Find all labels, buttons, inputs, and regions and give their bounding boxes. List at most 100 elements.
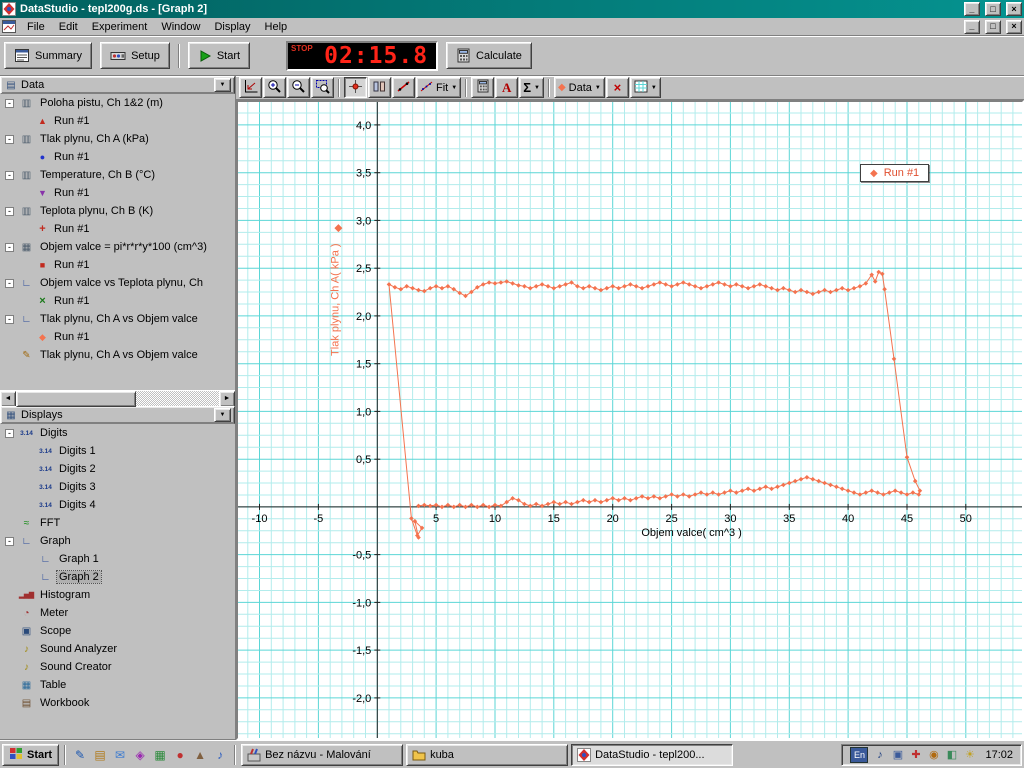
display-tree-item[interactable]: 3.14 Digits 2 [0,460,235,478]
display-tree-item[interactable]: ♪ Sound Analyzer [0,640,235,658]
scheduler-icon[interactable]: ◉ [926,747,941,762]
collapse-icon[interactable]: - [5,314,14,324]
display-tree-item[interactable]: ∟ Graph 2 [0,568,235,586]
collapse-icon[interactable]: - [5,536,14,546]
collapse-icon[interactable]: - [5,206,14,216]
network-icon[interactable]: ◧ [944,747,959,762]
fit-menu-button[interactable]: Fit ▼ [416,77,462,98]
remove-button[interactable]: × [605,77,629,98]
graph-window-icon [2,20,16,33]
data-tree-item[interactable]: - ∟ Objem valce vs Teplota plynu, Ch [0,274,235,292]
scrollbar-thumb[interactable] [16,391,136,407]
data-menu-button[interactable]: ◆ Data ▼ [553,77,605,98]
collapse-icon[interactable]: - [5,242,14,252]
displays-panel-menu-button[interactable]: ▼ [214,408,231,422]
start-button[interactable]: Start [2,743,60,766]
child-restore-button[interactable]: □ [984,19,1001,34]
svg-text:40: 40 [842,513,854,525]
display-tree-item[interactable]: -3.14 Digits [0,424,235,442]
data-tree-item[interactable]: - ▦ Objem valce = pi*r*r*y*100 (cm^3) [0,238,235,256]
task-button[interactable]: DataStudio - tepl200... [571,743,734,766]
minimize-button[interactable]: _ [963,2,980,16]
task-button[interactable]: kuba [406,743,569,766]
display-tree-item[interactable]: ≈ FFT [0,514,235,532]
task-button[interactable]: Bez názvu - Malování [241,743,404,766]
quicklaunch-icon-5[interactable]: ▦ [151,746,169,764]
display-tree-item[interactable]: 3.14 Digits 3 [0,478,235,496]
quicklaunch-icon-3[interactable]: ✉ [111,746,129,764]
legend[interactable]: ◆ Run #1 [860,164,930,182]
run-item[interactable]: × Run #1 [0,292,235,310]
data-tree-item[interactable]: ✎ Tlak plynu, Ch A vs Objem valce [0,346,235,364]
run-item[interactable]: ● Run #1 [0,148,235,166]
calculate-button[interactable]: Calculate [446,42,532,69]
graph-settings-menu-button[interactable]: ▼ [629,77,661,98]
slope-tool-button[interactable] [368,77,391,98]
maximize-button[interactable]: □ [984,2,1001,16]
data-tree-item[interactable]: - ▥ Teplota plynu, Ch B (K) [0,202,235,220]
display-tree-item[interactable]: ♪ Sound Creator [0,658,235,676]
quick-launch: ✎ ▤ ✉ ◈ ▦ ● ▲ ♪ [71,746,229,764]
quicklaunch-icon-1[interactable]: ✎ [71,746,89,764]
menu-display[interactable]: Display [207,20,257,34]
quicklaunch-icon-2[interactable]: ▤ [91,746,109,764]
display-tree-item[interactable]: 3.14 Digits 4 [0,496,235,514]
display-tree-item[interactable]: - ∟ Graph [0,532,235,550]
quicklaunch-icon-7[interactable]: ▲ [191,746,209,764]
zoom-out-button[interactable] [287,77,310,98]
collapse-icon[interactable]: - [5,98,14,108]
menu-experiment[interactable]: Experiment [85,20,155,34]
menu-window[interactable]: Window [154,20,207,34]
language-indicator[interactable]: En [850,746,869,763]
scale-to-fit-button[interactable] [239,77,262,98]
display-tree-item[interactable]: ▦ Table [0,676,235,694]
collapse-icon[interactable]: - [5,278,14,288]
run-item[interactable]: ▼ Run #1 [0,184,235,202]
zoom-in-button[interactable] [263,77,286,98]
run-item[interactable]: ▲ Run #1 [0,112,235,130]
run-item[interactable]: ■ Run #1 [0,256,235,274]
quicklaunch-icon-4[interactable]: ◈ [131,746,149,764]
menu-edit[interactable]: Edit [52,20,85,34]
start-recording-button[interactable]: Start [187,42,251,69]
collapse-icon[interactable]: - [5,428,14,438]
display-tree-item[interactable]: ◔ Meter [0,604,235,622]
updater-icon[interactable]: ☀ [962,747,977,762]
display-tree-item[interactable]: ▤ Workbook [0,694,235,712]
display-tree-item[interactable]: ▂▅▇ Histogram [0,586,235,604]
data-panel-menu-button[interactable]: ▼ [214,78,231,92]
quicklaunch-icon-6[interactable]: ● [171,746,189,764]
text-tool-button[interactable]: A [495,77,519,98]
child-close-button[interactable]: × [1006,19,1022,34]
data-tree-item[interactable]: - ▥ Temperature, Ch B (°C) [0,166,235,184]
graph-plot-area[interactable]: -10 -5 5 10 15 20 25 30 35 40 45 50 4,0 3,5 3,0 2,5 2,0 1… [236,100,1024,740]
close-button[interactable]: × [1006,2,1022,16]
summary-button[interactable]: Summary [4,42,93,69]
menu-help[interactable]: Help [258,20,295,34]
zoom-select-button[interactable] [311,77,334,98]
data-tree-item[interactable]: - ▥ Tlak plynu, Ch A (kPa) [0,130,235,148]
smart-tool-button[interactable] [344,77,367,98]
setup-button[interactable]: Setup [100,42,170,69]
antivirus-icon[interactable]: ✚ [908,747,923,762]
data-tree-item[interactable]: - ∟ Tlak plynu, Ch A vs Objem valce [0,310,235,328]
display-tree-item[interactable]: ∟ Graph 1 [0,550,235,568]
collapse-icon[interactable]: - [5,134,14,144]
menu-file[interactable]: File [20,20,52,34]
data-tree-item[interactable]: - ▥ Poloha pistu, Ch 1&2 (m) [0,94,235,112]
display-tree-item[interactable]: 3.14 Digits 1 [0,442,235,460]
tangent-tool-button[interactable] [392,77,415,98]
run-item[interactable]: ◆ Run #1 [0,328,235,346]
run-item[interactable]: + Run #1 [0,220,235,238]
volume-icon[interactable]: ♪ [872,747,887,762]
collapse-icon[interactable]: - [5,170,14,180]
child-minimize-button[interactable]: _ [963,19,980,34]
graph-calculate-button[interactable] [471,77,495,98]
display-icon[interactable]: ▣ [890,747,905,762]
quicklaunch-icon-8[interactable]: ♪ [211,746,229,764]
scroll-right-button[interactable]: ► [219,391,235,407]
scrollbar-track[interactable] [16,391,219,407]
display-tree-item[interactable]: ▣ Scope [0,622,235,640]
scroll-left-button[interactable]: ◄ [0,391,16,407]
statistics-menu-button[interactable]: Σ ▼ [519,77,544,98]
